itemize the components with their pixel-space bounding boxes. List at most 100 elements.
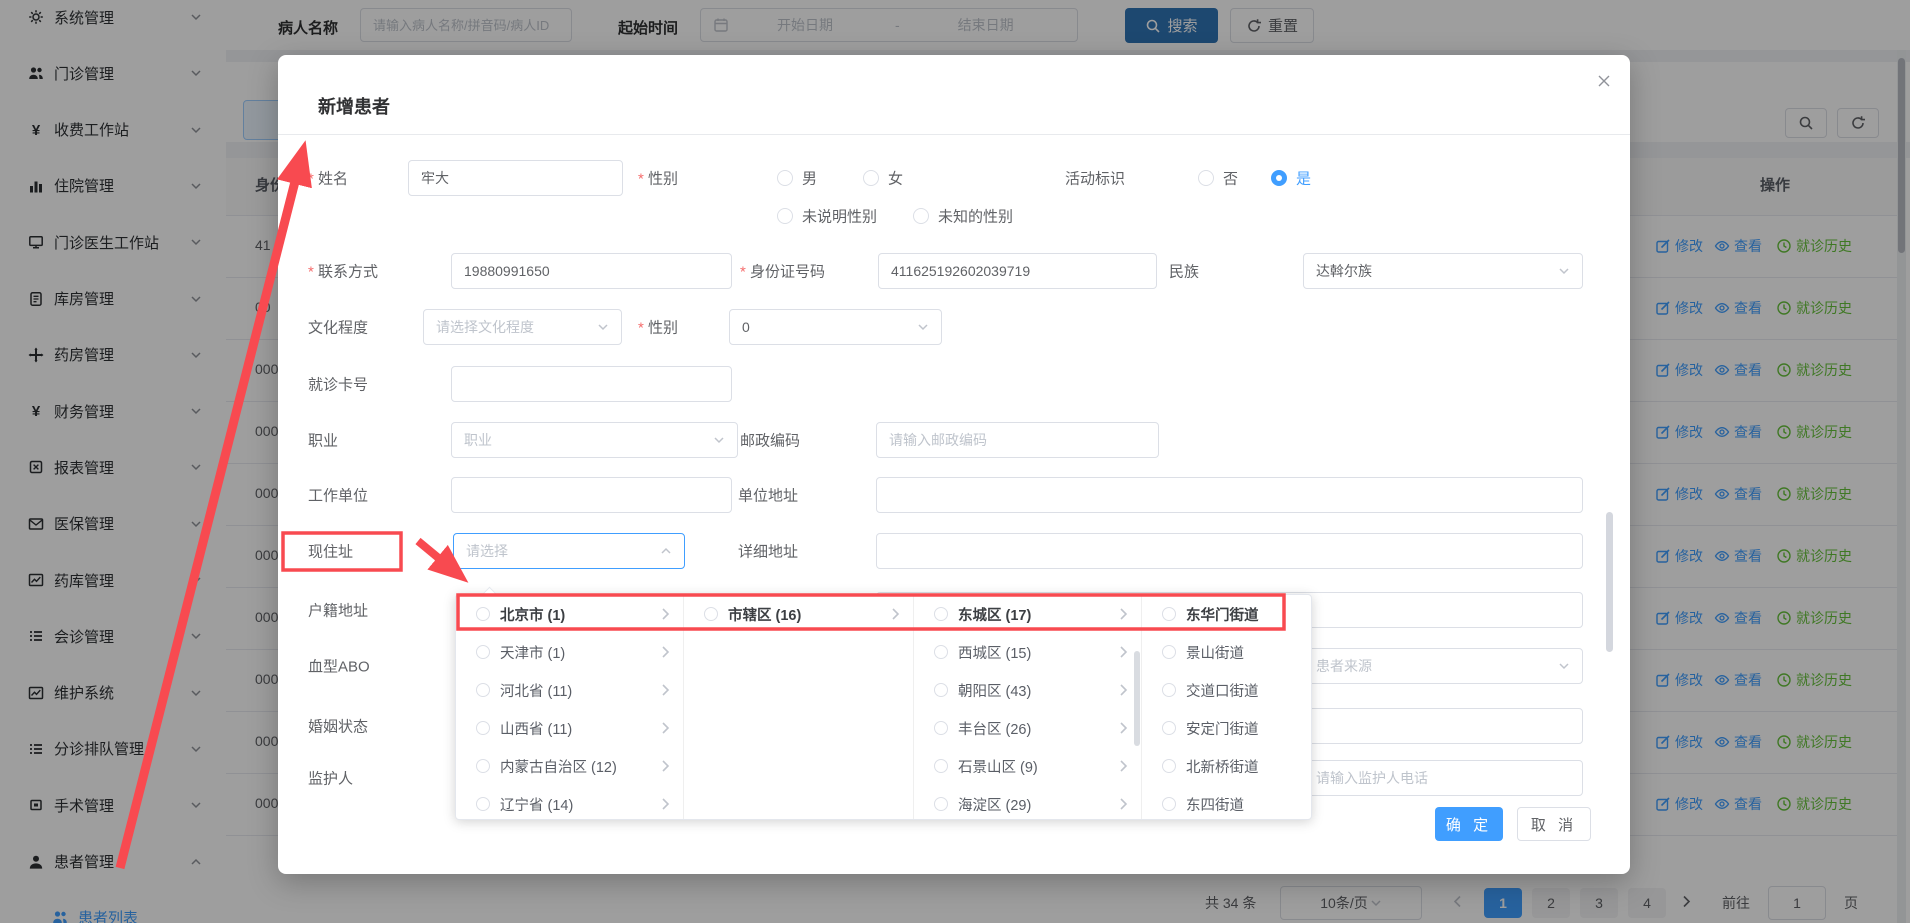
cascader-option[interactable]: 石景山区 (9) <box>914 747 1141 785</box>
name-label: 姓名 <box>308 168 348 189</box>
radio-icon[interactable] <box>1162 683 1176 697</box>
occupation-label: 职业 <box>308 430 338 451</box>
radio-icon[interactable] <box>704 607 718 621</box>
radio-icon[interactable] <box>1162 721 1176 735</box>
active-radio-yes[interactable] <box>1271 170 1287 186</box>
cascader-option[interactable]: 西城区 (15) <box>914 633 1141 671</box>
radio-icon[interactable] <box>476 721 490 735</box>
cascader-option[interactable]: 朝阳区 (43) <box>914 671 1141 709</box>
chevron-right-icon <box>657 682 673 698</box>
radio-icon[interactable] <box>1162 759 1176 773</box>
cascader-option[interactable]: 市辖区 (16) <box>684 595 913 633</box>
chevron-right-icon <box>1115 606 1131 622</box>
cascader-option[interactable]: 安定门街道 <box>1142 709 1313 747</box>
radio-icon[interactable] <box>1162 645 1176 659</box>
household-address-label: 户籍地址 <box>308 600 368 621</box>
radio-icon[interactable] <box>934 797 948 811</box>
unit-address-input[interactable] <box>876 477 1583 513</box>
radio-icon[interactable] <box>1162 797 1176 811</box>
cascader-option[interactable]: 北京市 (1) <box>456 595 683 633</box>
radio-icon[interactable] <box>1162 607 1176 621</box>
chevron-right-icon <box>1115 796 1131 812</box>
confirm-button[interactable]: 确 定 <box>1435 807 1503 841</box>
id-number-label: 身份证号码 <box>740 261 825 282</box>
cascader-option[interactable]: 辽宁省 (14) <box>456 785 683 819</box>
gender-code-select[interactable]: 0 <box>729 309 942 345</box>
cascader-option[interactable]: 景山街道 <box>1142 633 1313 671</box>
marital-label: 婚姻状态 <box>308 716 368 737</box>
cascader-column-2: 市辖区 (16) <box>684 595 914 819</box>
cascader-option[interactable]: 河北省 (11) <box>456 671 683 709</box>
unit-address-label: 单位地址 <box>738 485 798 506</box>
patient-source-select[interactable]: 患者来源 <box>1303 648 1583 684</box>
radio-icon[interactable] <box>934 759 948 773</box>
chevron-right-icon <box>1115 644 1131 660</box>
chevron-down-icon <box>595 319 611 335</box>
chevron-down-icon <box>711 432 727 448</box>
ethnicity-select[interactable]: 达斡尔族 <box>1303 253 1583 289</box>
radio-icon[interactable] <box>476 759 490 773</box>
cascader-option[interactable]: 丰台区 (26) <box>914 709 1141 747</box>
gender-label: 性别 <box>638 168 678 189</box>
close-icon[interactable] <box>1596 73 1612 89</box>
postal-input[interactable] <box>876 422 1159 458</box>
current-address-cascader[interactable]: 请选择 <box>453 533 685 569</box>
chevron-down-icon <box>1556 658 1572 674</box>
education-select[interactable]: 请选择文化程度 <box>423 309 622 345</box>
guardian-label: 监护人 <box>308 768 353 789</box>
active-radio-no[interactable] <box>1198 170 1214 186</box>
radio-icon[interactable] <box>476 683 490 697</box>
cascader-option[interactable]: 东华门街道 <box>1142 595 1313 633</box>
radio-icon[interactable] <box>476 645 490 659</box>
cascader-option[interactable]: 东四街道 <box>1142 785 1313 819</box>
postal-label: 邮政编码 <box>740 430 800 451</box>
gender-radio-male[interactable] <box>777 170 793 186</box>
chevron-right-icon <box>1115 682 1131 698</box>
gender-radio-female[interactable] <box>863 170 879 186</box>
name-input[interactable] <box>408 160 623 196</box>
radio-icon[interactable] <box>934 721 948 735</box>
cascader-option[interactable]: 交道口街道 <box>1142 671 1313 709</box>
radio-icon[interactable] <box>476 607 490 621</box>
chevron-right-icon <box>657 644 673 660</box>
gender-radio-unknown[interactable] <box>913 208 929 224</box>
guardian-phone-input[interactable] <box>1303 760 1583 796</box>
cascader-option[interactable]: 内蒙古自治区 (12) <box>456 747 683 785</box>
chevron-up-icon <box>658 543 674 559</box>
address-cascader-dropdown: 北京市 (1)天津市 (1)河北省 (11)山西省 (11)内蒙古自治区 (12… <box>455 594 1312 820</box>
cascader-option[interactable]: 山西省 (11) <box>456 709 683 747</box>
chevron-right-icon <box>1115 720 1131 736</box>
card-no-input[interactable] <box>451 366 732 402</box>
card-no-label: 就诊卡号 <box>308 374 368 395</box>
gender-code-label: 性别 <box>638 317 678 338</box>
cascader-column-1: 北京市 (1)天津市 (1)河北省 (11)山西省 (11)内蒙古自治区 (12… <box>456 595 684 819</box>
radio-icon[interactable] <box>934 683 948 697</box>
chevron-right-icon <box>657 606 673 622</box>
occupation-select[interactable]: 职业 <box>451 422 738 458</box>
gender-radio-unstated[interactable] <box>777 208 793 224</box>
cancel-button[interactable]: 取 消 <box>1517 807 1591 841</box>
chevron-right-icon <box>1115 758 1131 774</box>
radio-icon[interactable] <box>934 645 948 659</box>
chevron-right-icon <box>657 796 673 812</box>
cascader-option[interactable]: 天津市 (1) <box>456 633 683 671</box>
chevron-down-icon <box>1556 263 1572 279</box>
modal-scrollbar-thumb[interactable] <box>1606 512 1613 652</box>
cascader-option[interactable]: 北新桥街道 <box>1142 747 1313 785</box>
cascader-option[interactable]: 东城区 (17) <box>914 595 1141 633</box>
radio-icon[interactable] <box>934 607 948 621</box>
chevron-right-icon <box>657 720 673 736</box>
active-flag-label: 活动标识 <box>1065 168 1125 189</box>
work-unit-input[interactable] <box>451 477 732 513</box>
chevron-right-icon <box>887 606 903 622</box>
id-number-input[interactable] <box>878 253 1157 289</box>
cascader-scrollbar-thumb[interactable] <box>1134 651 1140 746</box>
contact-label: 联系方式 <box>308 261 378 282</box>
cascader-option[interactable]: 海淀区 (29) <box>914 785 1141 819</box>
radio-icon[interactable] <box>476 797 490 811</box>
detail-address-input[interactable] <box>876 533 1583 569</box>
detail-address-label: 详细地址 <box>738 541 798 562</box>
cascader-column-3: 东城区 (17)西城区 (15)朝阳区 (43)丰台区 (26)石景山区 (9)… <box>914 595 1142 819</box>
contact-input[interactable] <box>451 253 732 289</box>
chevron-down-icon <box>915 319 931 335</box>
